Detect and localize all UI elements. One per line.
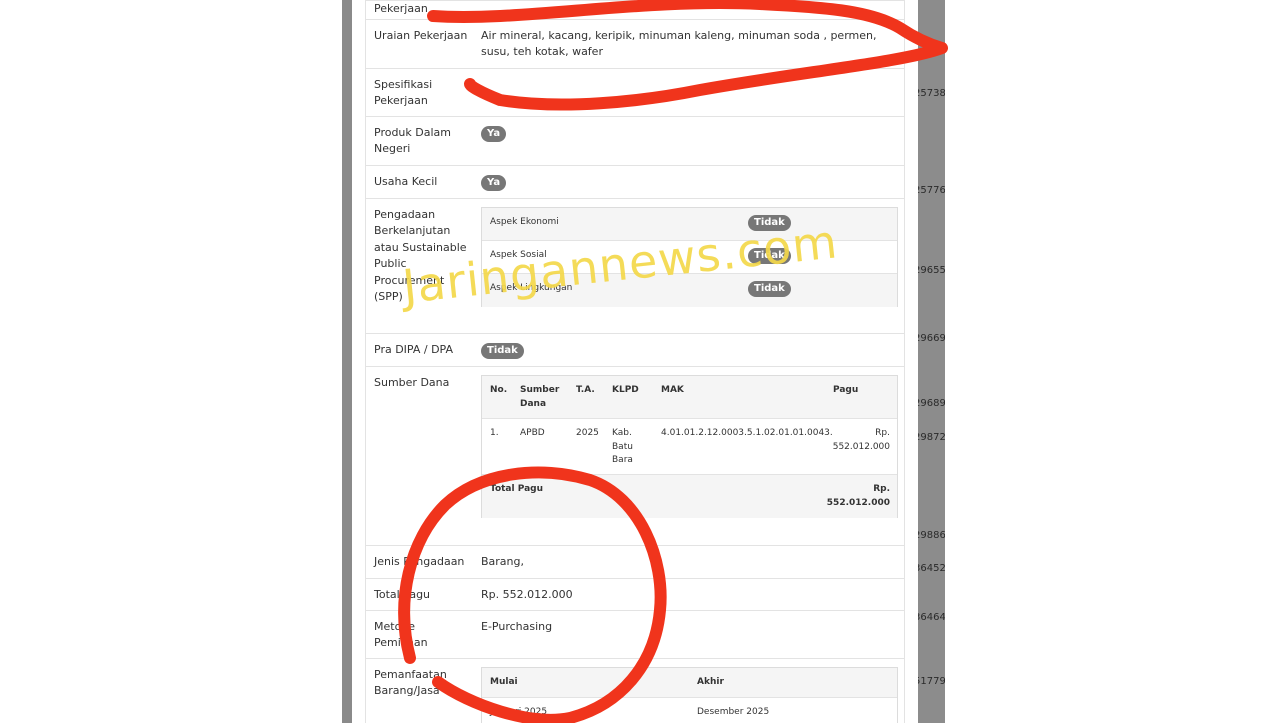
annotation-layer — [398, 0, 948, 723]
annotation-circle-stroke — [398, 466, 667, 723]
annotation-arrow-stroke — [427, 0, 948, 111]
